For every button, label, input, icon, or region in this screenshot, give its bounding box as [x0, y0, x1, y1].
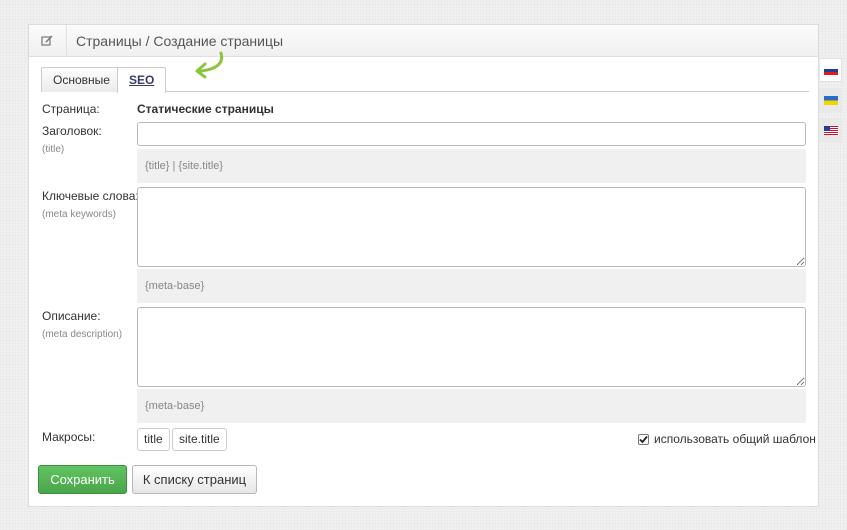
- lang-us-button[interactable]: [820, 118, 842, 142]
- title-label: Заголовок:: [42, 124, 102, 138]
- flag-ru-icon: [823, 65, 838, 75]
- edit-icon: [29, 25, 67, 56]
- check-icon: [639, 435, 648, 443]
- save-button[interactable]: Сохранить: [38, 465, 127, 494]
- use-template-toggle[interactable]: использовать общий шаблон: [638, 432, 816, 446]
- lang-ua-button[interactable]: [820, 88, 842, 112]
- keywords-hint: {meta-base}: [137, 269, 806, 303]
- keywords-textarea[interactable]: [137, 187, 806, 267]
- title-sublabel: (title): [42, 144, 65, 155]
- description-sublabel: (meta description): [42, 329, 123, 340]
- description-label: Описание:: [42, 309, 101, 323]
- keywords-label: Ключевые слова:: [42, 189, 139, 203]
- title-input[interactable]: [137, 122, 806, 146]
- keywords-sublabel: (meta keywords): [42, 209, 116, 220]
- description-textarea[interactable]: [137, 307, 806, 387]
- flag-ua-icon: [824, 95, 838, 105]
- use-template-label: использовать общий шаблон: [654, 432, 816, 446]
- back-to-list-button[interactable]: К списку страниц: [132, 465, 257, 494]
- panel-header: Страницы / Создание страницы: [29, 25, 818, 57]
- title-hint: {title} | {site.title}: [137, 149, 806, 183]
- page-value: Статические страницы: [137, 102, 274, 116]
- lang-ru-button[interactable]: [820, 58, 842, 82]
- pointer-arrow-icon: [195, 51, 224, 79]
- page-title: Страницы / Создание страницы: [76, 33, 284, 49]
- page-label: Страница:: [42, 102, 100, 116]
- tab-bar: Основные SEO: [41, 67, 809, 93]
- macro-title-button[interactable]: title: [137, 428, 170, 451]
- flag-us-icon: [824, 125, 838, 135]
- description-hint: {meta-base}: [137, 389, 806, 423]
- tab-main[interactable]: Основные: [41, 67, 122, 92]
- macros-label: Макросы:: [42, 430, 96, 444]
- seo-form-panel: Страницы / Создание страницы Основные SE…: [28, 24, 819, 507]
- tab-seo[interactable]: SEO: [117, 67, 167, 93]
- macro-site-title-button[interactable]: site.title: [172, 428, 227, 451]
- use-template-checkbox[interactable]: [638, 433, 649, 445]
